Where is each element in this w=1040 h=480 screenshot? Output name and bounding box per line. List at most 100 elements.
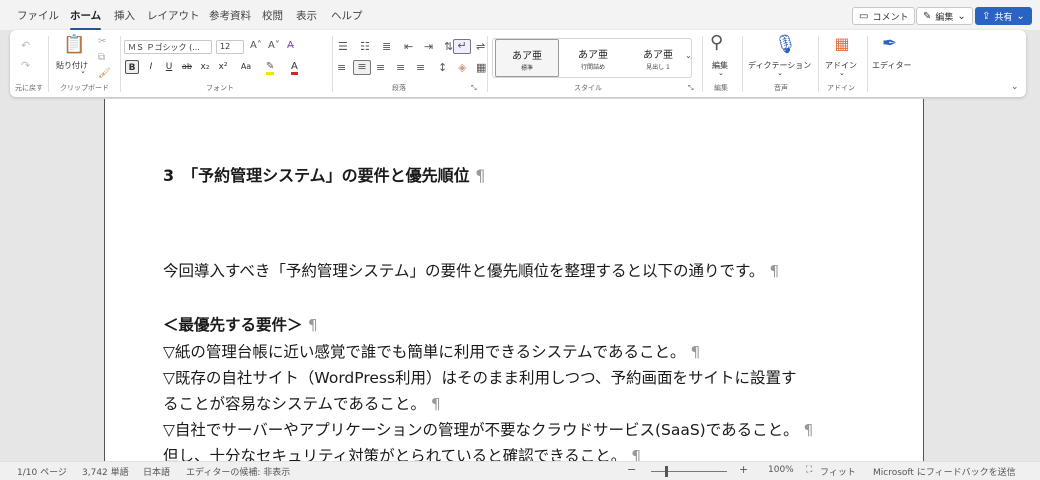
styles-more-icon[interactable]: ⌄	[685, 52, 692, 60]
chevron-down-icon[interactable]: ⌄	[777, 69, 783, 77]
distribute-icon[interactable]: ≡	[416, 62, 425, 73]
divider	[818, 36, 819, 92]
sort-icon[interactable]: ⇅	[444, 41, 453, 52]
subheading-text: ＜最優先する要件＞	[163, 316, 303, 334]
align-left-icon[interactable]: ≡	[337, 62, 346, 73]
tab-home[interactable]: ホーム	[70, 8, 102, 30]
bullets-icon[interactable]: ☰	[338, 41, 348, 52]
increase-indent-icon[interactable]: ⇥	[424, 41, 433, 52]
italic-button[interactable]: I	[144, 60, 158, 74]
style-heading-1[interactable]: あア亜 見出し 1	[626, 39, 690, 77]
zoom-slider-track[interactable]	[651, 471, 727, 472]
styles-launcher-icon[interactable]: ⤡	[688, 85, 694, 92]
show-marks-icon[interactable]: ↵	[453, 39, 471, 54]
style-normal[interactable]: あア亜 標準	[495, 39, 559, 77]
intro-paragraph: 今回導入すべき「予約管理システム」の要件と優先順位を整理すると以下の通りです。 …	[163, 259, 779, 281]
format-painter-icon[interactable]: 🖌	[98, 69, 111, 79]
align-right-icon[interactable]: ≡	[376, 62, 385, 73]
cut-icon[interactable]: ✂	[98, 37, 106, 47]
tab-view[interactable]: 表示	[296, 8, 317, 23]
comment-button[interactable]: ▭ コメント	[852, 7, 916, 25]
decrease-indent-icon[interactable]: ⇤	[404, 41, 413, 52]
requirement-text: ▽自社でサーバーやアプリケーションの管理が不要なクラウドサービス(SaaS)であ…	[163, 421, 799, 439]
addins-icon[interactable]: ▦	[832, 36, 852, 56]
tab-file[interactable]: ファイル	[17, 8, 59, 23]
font-color-icon[interactable]: A	[291, 62, 298, 75]
voice-group-label: 音声	[774, 84, 788, 92]
share-button[interactable]: ⇪ 共有 ⌄	[975, 7, 1032, 25]
search-icon[interactable]: ⚲	[710, 34, 723, 52]
underline-button[interactable]: U	[162, 60, 176, 74]
tab-review[interactable]: 校閲	[262, 8, 283, 23]
font-name-select[interactable]: ＭＳ Ｐゴシック (...	[124, 40, 212, 54]
change-case-button[interactable]: Aa	[236, 60, 256, 74]
subscript-button[interactable]: x₂	[198, 60, 212, 74]
divider	[867, 36, 868, 92]
paste-dropdown-icon[interactable]: ⌄	[80, 67, 86, 75]
justify-icon[interactable]: ≡	[396, 62, 405, 73]
superscript-button[interactable]: x²	[216, 60, 230, 74]
microphone-icon[interactable]: 🎙	[774, 36, 797, 54]
editor-label[interactable]: エディター	[872, 60, 911, 71]
paste-icon[interactable]: 📋	[63, 36, 85, 54]
copy-icon[interactable]: ⧉	[98, 53, 105, 63]
style-sample: あア亜	[512, 51, 542, 62]
pilcrow-mark: ¶	[769, 262, 780, 280]
highlight-icon[interactable]: ✎	[266, 62, 275, 75]
chevron-down-icon[interactable]: ⌄	[718, 69, 724, 77]
tab-references[interactable]: 参考資料	[209, 8, 251, 23]
addins-group-label: アドイン	[827, 84, 855, 92]
font-size-select[interactable]: 12	[216, 40, 244, 54]
font-grow-icon[interactable]: A˄	[250, 41, 262, 51]
requirement-line: ることが容易なシステムであること。 ¶	[163, 392, 441, 414]
editor-icon[interactable]: ✒	[882, 35, 897, 53]
edit-mode-button[interactable]: ✎ 編集 ⌄	[916, 7, 973, 25]
divider	[48, 36, 49, 92]
paragraph-group-label: 段落	[392, 84, 406, 92]
tab-insert[interactable]: 挿入	[114, 8, 135, 23]
requirement-line: 但し、十分なセキュリティ対策がとられていると確認できること。 ¶	[163, 444, 641, 461]
divider	[702, 36, 703, 92]
pilcrow-mark: ¶	[475, 166, 486, 185]
text-direction-icon[interactable]: ⇌	[476, 41, 485, 52]
section-heading: 3 「予約管理システム」の要件と優先順位 ¶	[163, 162, 485, 186]
clear-format-icon[interactable]: A̶	[287, 41, 294, 51]
word-count[interactable]: 3,742 単語	[82, 465, 129, 478]
style-name: 見出し 1	[646, 64, 670, 71]
undo-icon[interactable]: ↶	[21, 40, 30, 51]
fit-icon[interactable]: ⛶	[806, 465, 812, 475]
fit-label[interactable]: フィット	[820, 465, 856, 478]
page-count[interactable]: 1/10 ページ	[17, 465, 67, 478]
line-spacing-icon[interactable]: ↕	[438, 62, 447, 73]
requirement-text: ▽紙の管理台帳に近い感覚で誰でも簡単に利用できるシステムであること。	[163, 343, 686, 361]
document-page[interactable]: 3 「予約管理システム」の要件と優先順位 ¶ 今回導入すべき「予約管理システム」…	[104, 99, 924, 461]
borders-icon[interactable]: ▦	[476, 62, 486, 73]
feedback-link[interactable]: Microsoft にフィードバックを送信	[873, 465, 1016, 478]
chevron-down-icon[interactable]: ⌄	[839, 69, 845, 77]
pilcrow-mark: ¶	[690, 343, 701, 361]
pilcrow-mark: ¶	[307, 316, 318, 334]
language-indicator[interactable]: 日本語	[143, 465, 170, 478]
editor-suggestions-status[interactable]: エディターの候補: 非表示	[186, 465, 290, 478]
style-no-spacing[interactable]: あア亜 行間詰め	[561, 39, 625, 77]
zoom-out-icon[interactable]: −	[627, 463, 636, 476]
shading-icon[interactable]: ◈	[458, 62, 466, 73]
paragraph-launcher-icon[interactable]: ⤡	[471, 85, 477, 92]
multilevel-list-icon[interactable]: ≣	[382, 41, 391, 52]
numbering-icon[interactable]: ☷	[360, 41, 370, 52]
intro-text: 今回導入すべき「予約管理システム」の要件と優先順位を整理すると以下の通りです。	[163, 262, 765, 280]
font-shrink-icon[interactable]: A˅	[268, 41, 280, 51]
align-center-icon[interactable]: ≡	[353, 60, 371, 75]
strikethrough-button[interactable]: ab	[180, 60, 194, 74]
zoom-slider-handle[interactable]	[665, 466, 668, 477]
tab-help[interactable]: ヘルプ	[331, 8, 363, 23]
heading-text: 3 「予約管理システム」の要件と優先順位	[163, 166, 470, 185]
zoom-in-icon[interactable]: +	[739, 463, 748, 476]
tab-layout[interactable]: レイアウト	[147, 8, 200, 23]
ribbon-collapse-icon[interactable]: ⌄	[1011, 83, 1019, 92]
requirement-text: ることが容易なシステムであること。	[163, 395, 426, 413]
requirement-line: ▽既存の自社サイト（WordPress利用）はそのまま利用しつつ、予約画面をサイ…	[163, 366, 797, 388]
bold-button[interactable]: B	[125, 60, 139, 74]
redo-icon[interactable]: ↷	[21, 60, 30, 71]
zoom-level[interactable]: 100%	[768, 465, 794, 475]
